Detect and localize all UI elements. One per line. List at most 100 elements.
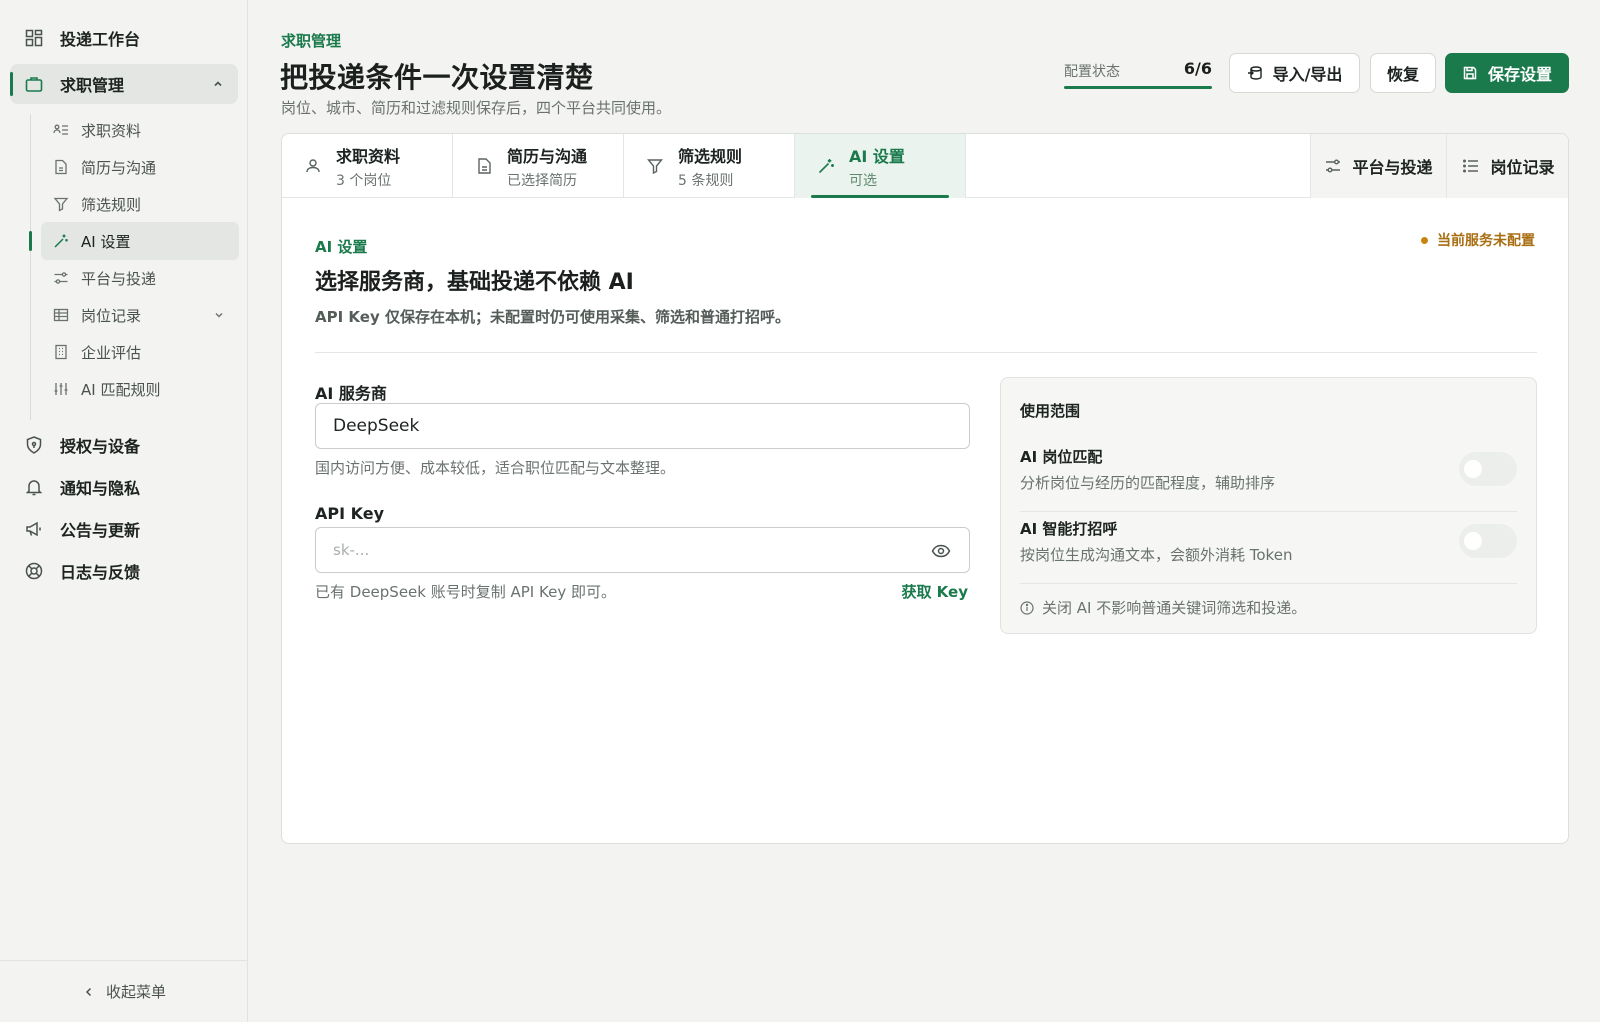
document-icon xyxy=(53,159,69,175)
provider-hint: 国内访问方便、成本较低，适合职位匹配与文本整理。 xyxy=(315,459,676,477)
api-key-label: API Key xyxy=(315,504,385,523)
sidebar-item-platform-delivery[interactable]: 平台与投递 xyxy=(41,259,239,297)
import-export-icon xyxy=(1247,65,1263,81)
config-status-value: 6/6 xyxy=(1183,59,1212,78)
tab-job-records[interactable]: 岗位记录 xyxy=(1446,134,1568,198)
tune-icon xyxy=(53,381,69,397)
save-settings-label: 保存设置 xyxy=(1487,65,1552,84)
building-icon xyxy=(53,344,69,360)
megaphone-icon xyxy=(24,519,44,539)
tab-ai-settings[interactable]: AI 设置 可选 xyxy=(795,134,966,198)
sidebar-item-company-evaluation[interactable]: 企业评估 xyxy=(41,333,239,371)
ai-section-description: API Key 仅保存在本机；未配置时仍可使用采集、筛选和普通打招呼。 xyxy=(315,308,790,326)
nav-item-label: 日志与反馈 xyxy=(60,563,141,582)
sidebar: 投递工作台 求职管理 求职资料 简历与沟通 筛选规则 AI 设置 平台与投递 岗… xyxy=(0,0,248,1022)
magic-wand-icon xyxy=(53,233,69,249)
magic-wand-icon xyxy=(817,157,835,175)
import-export-button[interactable]: 导入/导出 xyxy=(1229,53,1360,93)
sidebar-item-ai-settings[interactable]: AI 设置 xyxy=(29,222,239,260)
scope-row-name: AI 智能打招呼 xyxy=(1020,520,1118,538)
nav-item-job-management[interactable]: 求职管理 xyxy=(10,64,238,104)
provider-label: AI 服务商 xyxy=(315,384,387,403)
sliders-icon xyxy=(1324,157,1342,175)
nav-item-label: 求职管理 xyxy=(60,76,125,95)
sidebar-item-label: AI 匹配规则 xyxy=(81,380,161,399)
scope-row-desc: 按岗位生成沟通文本，会额外消耗 Token xyxy=(1020,546,1293,564)
profile-list-icon xyxy=(53,122,69,138)
sidebar-item-ai-match-rules[interactable]: AI 匹配规则 xyxy=(41,370,239,408)
tab-title: 筛选规则 xyxy=(678,146,743,166)
nav-item-dashboard[interactable]: 投递工作台 xyxy=(10,18,238,58)
section-divider xyxy=(315,352,1537,353)
ai-greeting-toggle[interactable] xyxy=(1459,524,1517,558)
list-icon xyxy=(1462,157,1480,175)
sidebar-item-job-profile[interactable]: 求职资料 xyxy=(41,111,239,149)
section-eyebrow: 求职管理 xyxy=(281,32,342,50)
ai-section-eyebrow: AI 设置 xyxy=(315,238,368,256)
sidebar-item-label: AI 设置 xyxy=(81,232,131,251)
nav-item-logs-feedback[interactable]: 日志与反馈 xyxy=(10,551,238,591)
collapse-menu-button[interactable]: 收起菜单 xyxy=(0,960,248,1022)
sliders-icon xyxy=(53,270,69,286)
filter-icon xyxy=(646,157,664,175)
eye-icon[interactable] xyxy=(931,541,951,561)
toggle-knob xyxy=(1464,532,1482,550)
tab-subtitle: 已选择简历 xyxy=(507,172,577,189)
provider-value: DeepSeek xyxy=(333,416,420,436)
api-key-placeholder: sk-... xyxy=(333,541,370,559)
chevron-down-icon[interactable] xyxy=(213,309,225,321)
tab-right-label: 岗位记录 xyxy=(1490,158,1555,177)
scope-note: 关闭 AI 不影响普通关键词筛选和投递。 xyxy=(1020,597,1306,618)
config-progress-bar xyxy=(1064,86,1212,89)
config-progress-fill xyxy=(1064,86,1212,89)
save-settings-button[interactable]: 保存设置 xyxy=(1445,53,1569,93)
usage-scope-panel: 使用范围 AI 岗位匹配 分析岗位与经历的匹配程度，辅助排序 AI 智能打招呼 … xyxy=(1000,377,1537,634)
sidebar-item-label: 求职资料 xyxy=(81,121,142,140)
ai-match-toggle[interactable] xyxy=(1459,452,1517,486)
tab-job-profile[interactable]: 求职资料 3 个岗位 xyxy=(282,134,453,198)
tab-filter-rules[interactable]: 筛选规则 5 条规则 xyxy=(624,134,795,198)
page-title: 把投递条件一次设置清楚 xyxy=(280,61,594,94)
chevron-left-icon xyxy=(82,985,96,999)
sidebar-item-label: 岗位记录 xyxy=(81,306,142,325)
sidebar-item-resume[interactable]: 简历与沟通 xyxy=(41,148,239,186)
import-export-label: 导入/导出 xyxy=(1272,65,1343,84)
restore-label: 恢复 xyxy=(1386,65,1419,84)
bell-icon xyxy=(24,477,44,497)
api-key-hint: 已有 DeepSeek 账号时复制 API Key 即可。 xyxy=(315,583,616,601)
scope-row-ai-match: AI 岗位匹配 分析岗位与经历的匹配程度，辅助排序 xyxy=(1020,440,1517,512)
chevron-up-icon xyxy=(212,78,224,90)
nav-item-label: 公告与更新 xyxy=(60,521,141,540)
user-icon xyxy=(304,157,322,175)
nav-item-auth-devices[interactable]: 授权与设备 xyxy=(10,425,238,465)
sidebar-item-label: 筛选规则 xyxy=(81,195,142,214)
filter-icon xyxy=(53,196,69,212)
service-status-badge: 当前服务未配置 xyxy=(1421,230,1535,250)
submenu-guide-line xyxy=(30,114,31,420)
service-status-text: 当前服务未配置 xyxy=(1437,233,1535,249)
usage-scope-title: 使用范围 xyxy=(1020,402,1081,420)
nav-item-label: 投递工作台 xyxy=(60,30,141,49)
tab-subtitle: 5 条规则 xyxy=(678,172,734,189)
provider-select[interactable]: DeepSeek xyxy=(315,403,970,449)
tab-subtitle: 可选 xyxy=(849,172,877,189)
sidebar-item-label: 简历与沟通 xyxy=(81,158,157,177)
get-key-link[interactable]: 获取 Key xyxy=(901,581,968,602)
sidebar-item-job-records[interactable]: 岗位记录 xyxy=(41,296,239,334)
tab-platform-delivery[interactable]: 平台与投递 xyxy=(1310,134,1446,198)
collapse-menu-label: 收起菜单 xyxy=(105,983,166,1001)
restore-button[interactable]: 恢复 xyxy=(1370,53,1436,93)
nav-item-notify-privacy[interactable]: 通知与隐私 xyxy=(10,467,238,507)
config-status-label: 配置状态 xyxy=(1064,64,1120,80)
scope-row-ai-greeting: AI 智能打招呼 按岗位生成沟通文本，会额外消耗 Token xyxy=(1020,512,1517,584)
shield-icon xyxy=(24,435,44,455)
tab-resume[interactable]: 简历与沟通 已选择简历 xyxy=(453,134,624,198)
settings-card: 求职资料 3 个岗位 简历与沟通 已选择简历 筛选规则 5 条规则 AI 设置 可选 平… xyxy=(281,133,1569,844)
scope-row-desc: 分析岗位与经历的匹配程度，辅助排序 xyxy=(1020,474,1276,492)
nav-item-announcements[interactable]: 公告与更新 xyxy=(10,509,238,549)
table-icon xyxy=(53,307,69,323)
config-status: 配置状态 6/6 xyxy=(1064,59,1212,91)
sidebar-item-filter-rules[interactable]: 筛选规则 xyxy=(41,185,239,223)
sidebar-item-label: 企业评估 xyxy=(81,343,142,362)
api-key-input[interactable]: sk-... xyxy=(315,527,970,573)
